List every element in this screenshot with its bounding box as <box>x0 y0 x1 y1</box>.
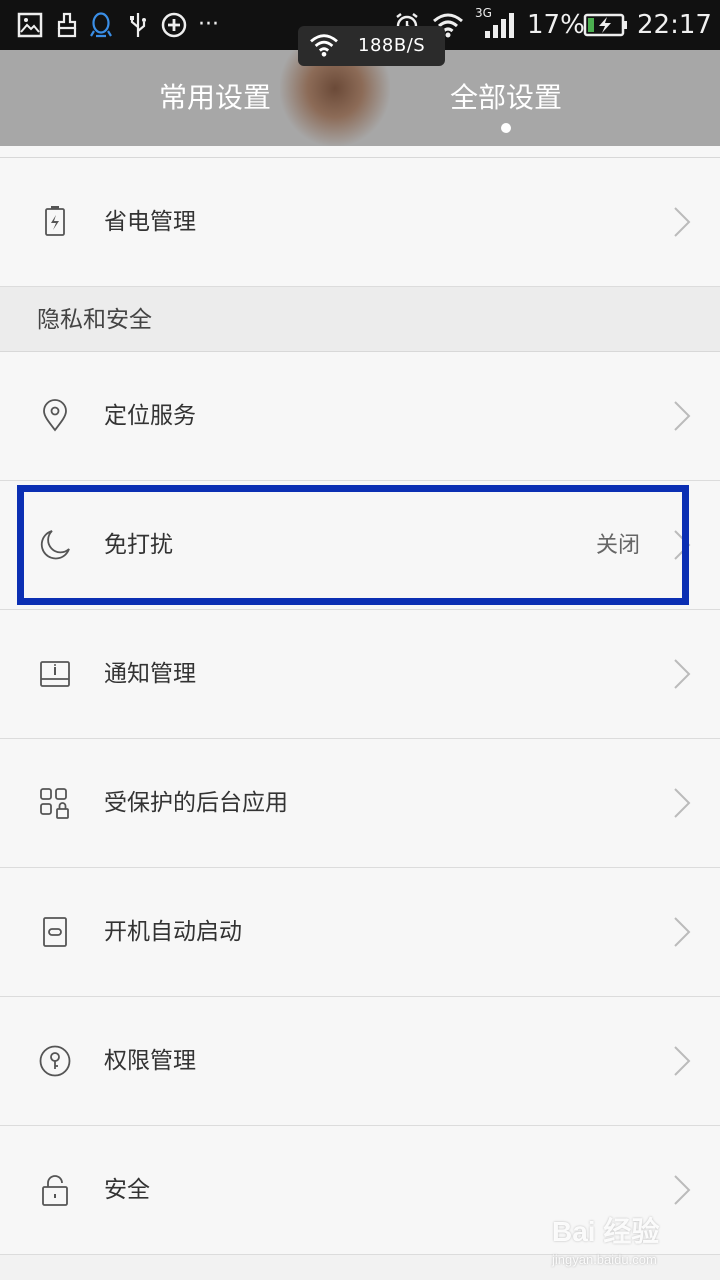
chevron-right-icon <box>672 400 692 432</box>
net-speed-text: 188B/S <box>358 35 426 56</box>
chevron-right-icon <box>672 529 692 561</box>
permission-management-label: 权限管理 <box>104 1048 196 1074</box>
battery-percent: 17% <box>527 10 585 40</box>
tab-common-settings[interactable]: 常用设置 <box>130 50 300 146</box>
location-services-label: 定位服务 <box>104 403 196 429</box>
usb-icon <box>127 8 149 42</box>
overflow-icon: ··· <box>198 12 219 37</box>
list-item-protected-apps[interactable]: 受保护的后台应用 <box>0 739 720 868</box>
location-pin-icon <box>38 399 72 433</box>
clean-icon <box>54 8 80 42</box>
autostart-label: 开机自动启动 <box>104 919 242 945</box>
net-speed-indicator: 188B/S <box>298 26 445 66</box>
list-item-autostart[interactable]: 开机自动启动 <box>0 868 720 997</box>
section-privacy-label: 隐私和安全 <box>37 307 152 333</box>
do-not-disturb-label: 免打扰 <box>104 532 173 558</box>
list-item-notification-management[interactable]: 通知管理 <box>0 610 720 739</box>
chevron-right-icon <box>672 658 692 690</box>
active-tab-indicator <box>501 123 511 133</box>
list-item-do-not-disturb[interactable]: 免打扰 关闭 <box>0 481 720 610</box>
gallery-icon <box>16 8 44 42</box>
section-header-privacy: 隐私和安全 <box>0 287 720 352</box>
chevron-right-icon <box>672 1045 692 1077</box>
signal-icon <box>483 8 517 42</box>
moon-icon <box>38 528 72 562</box>
chevron-right-icon <box>672 206 692 238</box>
watermark-logo-text: Bai 经验 <box>552 1216 660 1247</box>
watermark-url: jingyan.baidu.com <box>552 1252 657 1267</box>
key-icon <box>38 1044 72 1078</box>
list-item-power-management[interactable]: 省电管理 <box>0 158 720 287</box>
notification-icon <box>38 657 72 691</box>
protected-apps-label: 受保护的后台应用 <box>104 790 288 816</box>
lock-icon <box>38 1173 72 1207</box>
wifi-speed-icon <box>308 32 340 62</box>
protected-apps-icon <box>38 786 72 820</box>
chevron-right-icon <box>672 916 692 948</box>
list-divider <box>0 146 720 158</box>
chevron-right-icon <box>672 1174 692 1206</box>
autostart-icon <box>38 915 72 949</box>
clock: 22:17 <box>637 10 712 40</box>
battery-icon <box>38 205 72 239</box>
settings-list: 省电管理 隐私和安全 定位服务 免打扰 关闭 通知管理 受保护的后台应用 开机自… <box>0 146 720 1255</box>
battery-charging-icon <box>583 8 629 42</box>
do-not-disturb-status: 关闭 <box>595 533 640 558</box>
power-management-label: 省电管理 <box>104 209 196 235</box>
qq-icon <box>88 8 114 42</box>
list-item-permission-management[interactable]: 权限管理 <box>0 997 720 1126</box>
list-item-location-services[interactable]: 定位服务 <box>0 352 720 481</box>
add-circle-icon <box>160 8 188 42</box>
chevron-right-icon <box>672 787 692 819</box>
notification-management-label: 通知管理 <box>104 661 196 687</box>
security-label: 安全 <box>104 1177 150 1203</box>
baidu-jingyan-watermark: Bai 经验 jingyan.baidu.com <box>552 1210 712 1276</box>
